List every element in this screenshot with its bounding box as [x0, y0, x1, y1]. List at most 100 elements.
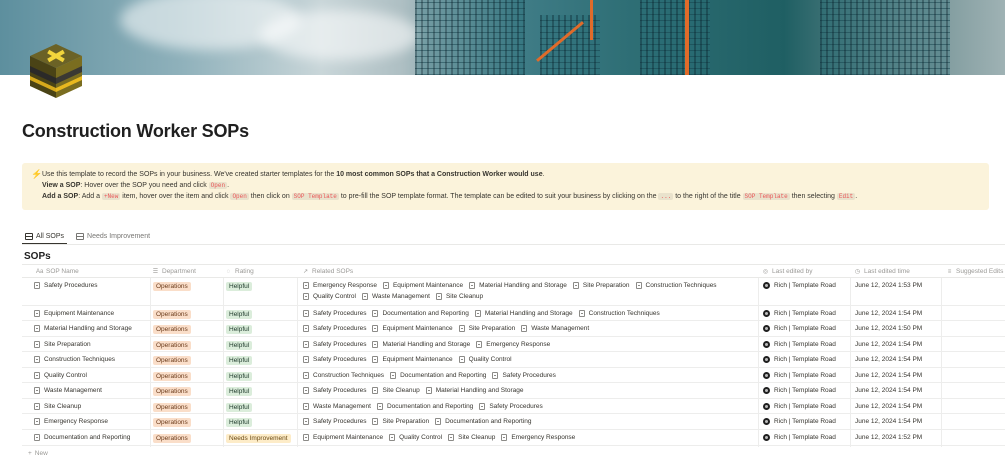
related-sop-link[interactable]: Material Handling and Storage: [372, 341, 470, 348]
related-sop-link[interactable]: Material Handling and Storage: [425, 387, 524, 394]
department-cell[interactable]: Operations: [153, 372, 191, 381]
page-icon[interactable]: [26, 40, 86, 102]
rating-cell[interactable]: Helpful: [226, 310, 253, 319]
related-sop-link[interactable]: Equipment Maintenance: [382, 282, 463, 289]
table-row[interactable]: Material Handling and Storage Operations H…: [22, 321, 1005, 337]
page-cover[interactable]: [0, 0, 1005, 75]
table-row[interactable]: Documentation and Reporting Operations Nee…: [22, 430, 1005, 446]
related-sops-cell[interactable]: Waste Management Documentation and Report…: [303, 403, 549, 410]
related-sops-cell-wrap[interactable]: Quality Control Waste Management Site Clea…: [303, 293, 489, 300]
related-sop-link[interactable]: Construction Techniques: [578, 310, 660, 317]
sop-name-cell[interactable]: Construction Techniques: [34, 356, 115, 363]
department-cell[interactable]: Operations: [153, 418, 191, 427]
related-sop-link[interactable]: Site Preparation: [372, 418, 429, 425]
table-row[interactable]: Site Preparation Operations Helpful Safety …: [22, 337, 1005, 352]
related-sop-link[interactable]: Site Cleanup: [448, 434, 495, 441]
database-title[interactable]: SOPs: [24, 251, 51, 262]
rating-cell[interactable]: Helpful: [226, 282, 253, 291]
related-sop-link[interactable]: Emergency Response: [303, 282, 377, 289]
table-row[interactable]: Quality Control Operations Helpful Construc…: [22, 368, 1005, 383]
rating-cell[interactable]: Helpful: [226, 403, 253, 412]
column-header-last-edited-by[interactable]: ◎ Last edited by: [762, 265, 813, 278]
rating-cell[interactable]: Helpful: [226, 325, 253, 334]
rating-cell[interactable]: Helpful: [226, 387, 253, 396]
department-cell[interactable]: Operations: [153, 356, 191, 365]
related-sop-link[interactable]: Emergency Response: [476, 341, 550, 348]
related-sop-link[interactable]: Construction Techniques: [303, 372, 384, 379]
related-sops-cell[interactable]: Safety Procedures Equipment Maintenance Qu…: [303, 356, 518, 363]
related-sop-link[interactable]: Equipment Maintenance: [372, 325, 453, 332]
related-sop-link[interactable]: Quality Control: [389, 434, 442, 441]
new-row-button[interactable]: + New: [28, 450, 48, 457]
related-sop-link[interactable]: Documentation and Reporting: [372, 310, 469, 317]
department-cell[interactable]: Operations: [153, 310, 191, 319]
table-row[interactable]: Construction Techniques Operations Helpful…: [22, 352, 1005, 368]
department-cell[interactable]: Operations: [153, 325, 191, 334]
related-sop-link[interactable]: Waste Management: [521, 325, 589, 332]
related-sop-link[interactable]: Safety Procedures: [303, 356, 366, 363]
related-sops-cell[interactable]: Safety Procedures Site Cleanup Material Ha…: [303, 387, 530, 394]
related-sop-link[interactable]: Documentation and Reporting: [390, 372, 486, 379]
related-sop-link[interactable]: Material Handling and Storage: [469, 282, 567, 289]
related-sop-link[interactable]: Safety Procedures: [303, 387, 366, 394]
related-sop-link[interactable]: Safety Procedures: [303, 341, 366, 348]
related-sop-link[interactable]: Site Preparation: [458, 325, 515, 332]
column-header-name[interactable]: Aa SOP Name: [36, 265, 79, 278]
related-sop-link[interactable]: Safety Procedures: [303, 325, 366, 332]
table-row[interactable]: Emergency Response Operations Helpful Safet…: [22, 414, 1005, 430]
related-sop-link[interactable]: Documentation and Reporting: [376, 403, 473, 410]
related-sop-link[interactable]: Equipment Maintenance: [303, 434, 383, 441]
related-sop-link[interactable]: Site Cleanup: [435, 293, 483, 300]
related-sop-link[interactable]: Material Handling and Storage: [474, 310, 573, 317]
sop-name-cell[interactable]: Waste Management: [34, 387, 102, 394]
related-sops-cell[interactable]: Safety Procedures Equipment Maintenance Si…: [303, 325, 595, 332]
column-header-last-edited-time[interactable]: ◷ Last edited time: [854, 265, 910, 278]
table-row[interactable]: Safety Procedures Operations Helpful Emerge…: [22, 278, 1005, 306]
sop-name-cell[interactable]: Emergency Response: [34, 418, 108, 425]
related-sops-cell[interactable]: Safety Procedures Documentation and Repor…: [303, 310, 666, 317]
column-header-related[interactable]: ↗ Related SOPs: [302, 265, 353, 278]
related-sop-link[interactable]: Quality Control: [458, 356, 512, 363]
sop-name-cell[interactable]: Material Handling and Storage: [34, 325, 132, 332]
related-sops-cell[interactable]: Safety Procedures Material Handling and S…: [303, 341, 556, 348]
related-sop-link[interactable]: Documentation and Reporting: [435, 418, 531, 425]
column-header-department[interactable]: ☰ Department: [152, 265, 196, 278]
column-header-rating[interactable]: ◌ Rating: [225, 265, 254, 278]
table-row[interactable]: Equipment Maintenance Operations Helpful Sa…: [22, 306, 1005, 321]
related-sops-cell[interactable]: Safety Procedures Site Preparation Documen…: [303, 418, 537, 425]
related-sop-link[interactable]: Waste Management: [303, 403, 371, 410]
department-cell[interactable]: Operations: [153, 387, 191, 396]
related-sop-link[interactable]: Safety Procedures: [303, 310, 366, 317]
department-cell[interactable]: Operations: [153, 403, 191, 412]
department-cell[interactable]: Operations: [153, 434, 191, 443]
sop-name-cell[interactable]: Equipment Maintenance: [34, 310, 114, 317]
table-row[interactable]: Waste Management Operations Helpful Safety …: [22, 383, 1005, 399]
related-sop-link[interactable]: Construction Techniques: [635, 282, 717, 289]
related-sop-link[interactable]: Equipment Maintenance: [372, 356, 453, 363]
sop-name-cell[interactable]: Documentation and Reporting: [34, 434, 130, 441]
rating-cell[interactable]: Helpful: [226, 372, 253, 381]
sop-name-cell[interactable]: Safety Procedures: [34, 282, 97, 289]
related-sop-link[interactable]: Emergency Response: [501, 434, 575, 441]
related-sop-link[interactable]: Site Cleanup: [372, 387, 420, 394]
tab-needs-improvement[interactable]: Needs Improvement: [73, 230, 153, 242]
table-row[interactable]: Site Cleanup Operations Helpful Waste Manag…: [22, 399, 1005, 414]
department-cell[interactable]: Operations: [153, 341, 191, 350]
related-sop-link[interactable]: Quality Control: [303, 293, 356, 300]
related-sop-link[interactable]: Safety Procedures: [492, 372, 556, 379]
rating-cell[interactable]: Helpful: [226, 341, 253, 350]
column-header-suggested[interactable]: ≡ Suggested Edits: [946, 265, 1004, 278]
sop-name-cell[interactable]: Site Preparation: [34, 341, 91, 348]
related-sop-link[interactable]: Waste Management: [362, 293, 430, 300]
related-sops-cell[interactable]: Equipment Maintenance Quality Control Site…: [303, 434, 581, 441]
sop-name-cell[interactable]: Quality Control: [34, 372, 87, 379]
tab-all-sops[interactable]: All SOPs: [22, 230, 68, 244]
related-sop-link[interactable]: Safety Procedures: [479, 403, 543, 410]
sop-name-cell[interactable]: Site Cleanup: [34, 403, 81, 410]
department-cell[interactable]: Operations: [153, 282, 191, 291]
rating-cell[interactable]: Needs Improvement: [226, 434, 291, 443]
related-sops-cell[interactable]: Emergency Response Equipment Maintenance M…: [303, 282, 723, 289]
related-sops-cell[interactable]: Construction Techniques Documentation and…: [303, 372, 562, 379]
related-sop-link[interactable]: Safety Procedures: [303, 418, 366, 425]
rating-cell[interactable]: Helpful: [226, 356, 253, 365]
